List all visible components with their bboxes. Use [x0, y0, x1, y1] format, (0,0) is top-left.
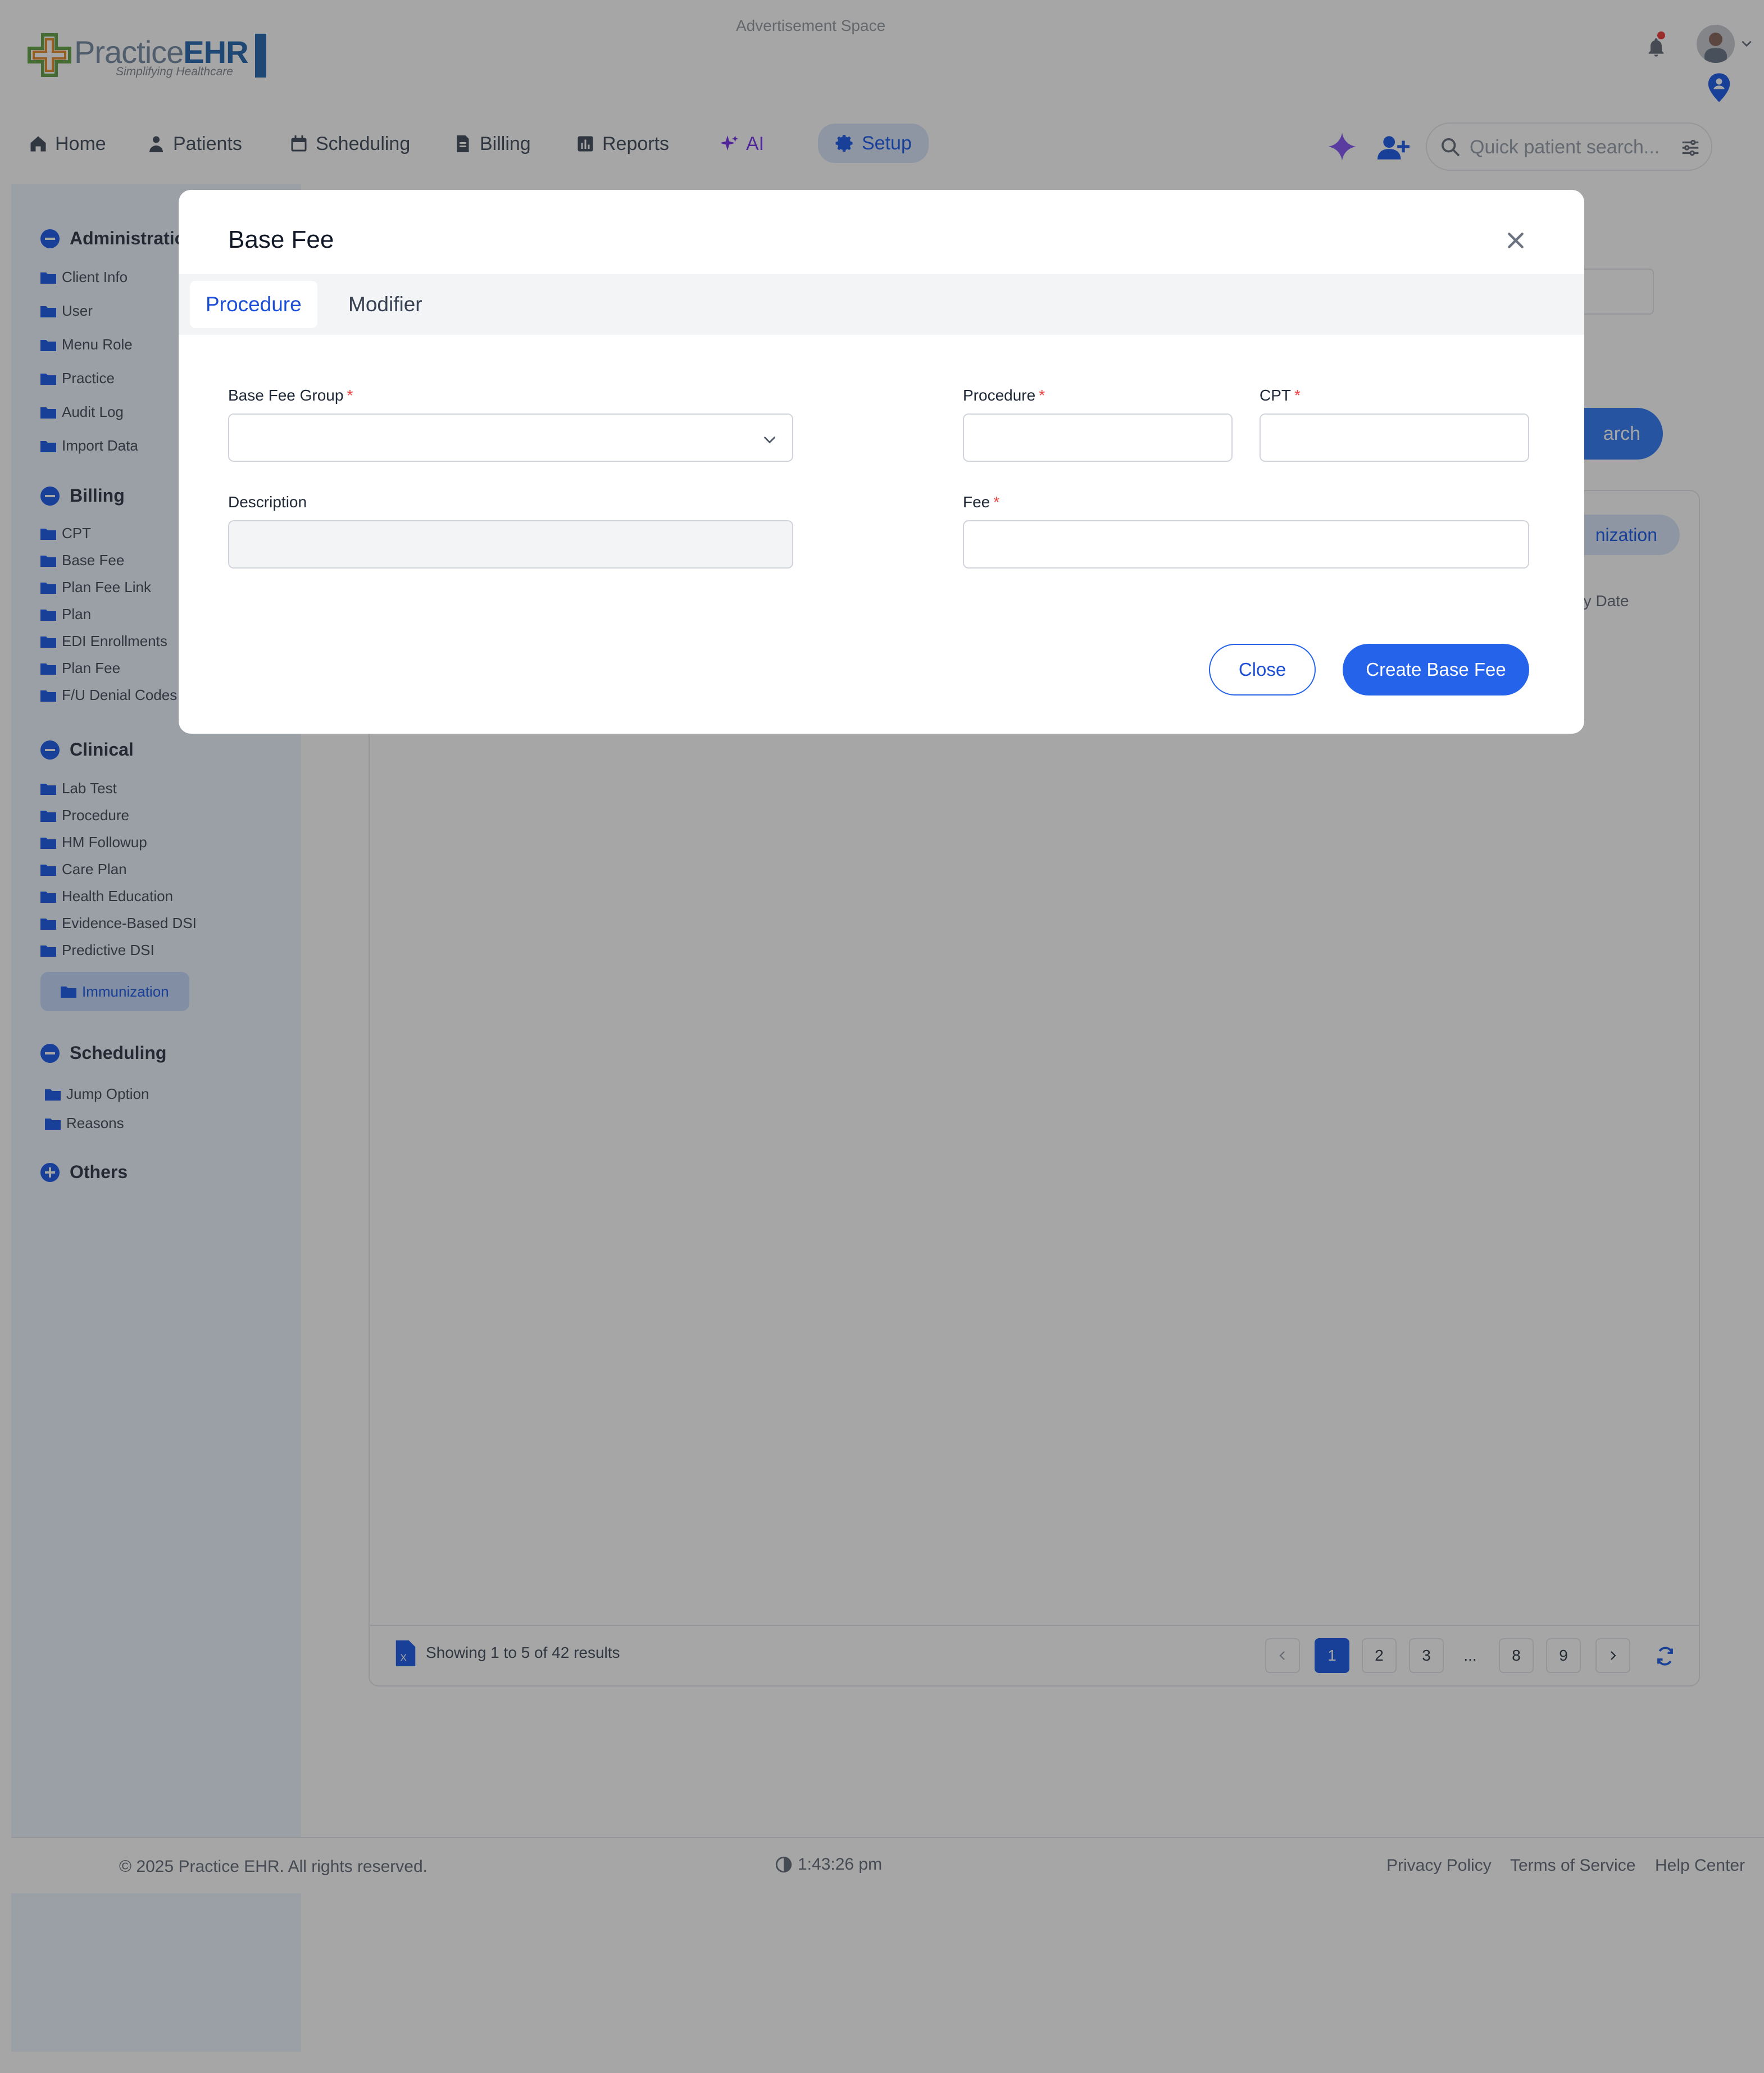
required-asterisk: *	[1294, 387, 1301, 404]
base-fee-group-label: Base Fee Group *	[228, 387, 353, 404]
tab-modifier[interactable]: Modifier	[333, 281, 438, 328]
close-button[interactable]: Close	[1209, 644, 1316, 695]
base-fee-group-value[interactable]	[229, 415, 792, 461]
description-label: Description	[228, 493, 307, 511]
cpt-field[interactable]	[1260, 413, 1529, 462]
base-fee-modal: Base Fee Procedure Modifier Base Fee Gro…	[179, 190, 1584, 734]
fee-label: Fee *	[963, 493, 1000, 511]
procedure-label: Procedure *	[963, 387, 1045, 404]
base-fee-group-select[interactable]	[228, 413, 793, 462]
required-asterisk: *	[1039, 387, 1045, 404]
description-input	[229, 521, 792, 567]
cpt-label: CPT *	[1260, 387, 1301, 404]
tab-procedure[interactable]: Procedure	[190, 281, 317, 328]
modal-tabs: Procedure Modifier	[179, 274, 1584, 335]
procedure-field[interactable]	[963, 413, 1233, 462]
modal-title: Base Fee	[228, 226, 334, 253]
create-base-fee-button[interactable]: Create Base Fee	[1343, 644, 1529, 695]
required-asterisk: *	[347, 387, 353, 404]
fee-field[interactable]	[963, 520, 1529, 569]
cpt-input[interactable]	[1261, 415, 1528, 461]
chevron-down-icon	[763, 437, 776, 444]
fee-input[interactable]	[964, 521, 1528, 567]
close-icon[interactable]	[1504, 229, 1527, 252]
required-asterisk: *	[993, 493, 1000, 511]
procedure-input[interactable]	[964, 415, 1231, 461]
description-field	[228, 520, 793, 569]
